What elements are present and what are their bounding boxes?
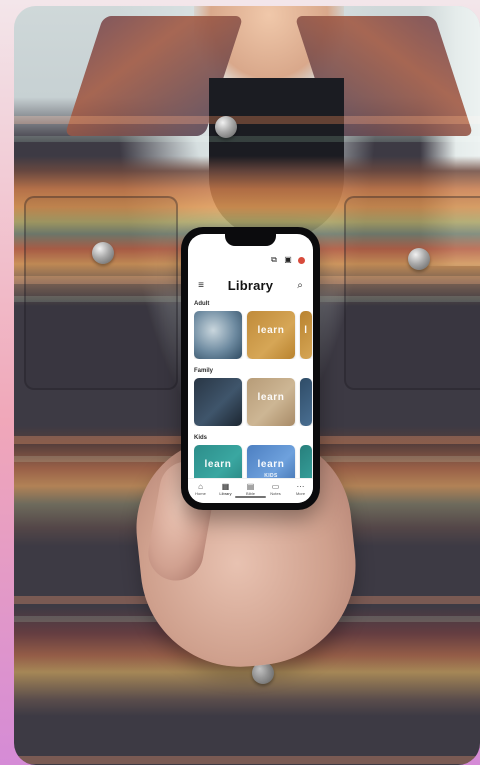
tab-library[interactable]: ▦ Library bbox=[215, 482, 237, 496]
tile-title: learn bbox=[204, 459, 232, 470]
notes-icon: ▭ bbox=[271, 481, 280, 491]
more-icon: ⋯ bbox=[296, 481, 305, 491]
tile-title: learn bbox=[257, 392, 285, 403]
tab-label: Notes bbox=[270, 491, 281, 496]
tab-notes[interactable]: ▭ Notes bbox=[265, 482, 287, 496]
phone-screen: ⧉ ▣ ≡ Library ⌕ Adult learn l Family lea… bbox=[188, 234, 313, 503]
gift-icon[interactable]: ▣ bbox=[284, 256, 292, 264]
library-row-adult: learn l bbox=[194, 311, 313, 359]
library-tile[interactable]: learn bbox=[247, 311, 295, 359]
app-topbar: ≡ Library ⌕ bbox=[188, 276, 313, 294]
tab-label: Library bbox=[219, 491, 232, 496]
smartphone: ⧉ ▣ ≡ Library ⌕ Adult learn l Family lea… bbox=[181, 227, 320, 510]
library-row-family: learn bbox=[194, 378, 313, 426]
status-icons: ⧉ ▣ bbox=[270, 256, 305, 264]
filter-icon[interactable]: ≡ bbox=[194, 278, 208, 292]
search-icon[interactable]: ⌕ bbox=[293, 278, 307, 292]
cast-icon[interactable]: ⧉ bbox=[270, 256, 278, 264]
library-tile[interactable] bbox=[194, 311, 242, 359]
phone-notch bbox=[225, 234, 276, 246]
bottom-tab-bar: ⌂ Home ▦ Library ▤ Bible ▭ Notes ⋯ More bbox=[188, 478, 313, 503]
tab-home[interactable]: ⌂ Home bbox=[190, 482, 212, 496]
library-tile[interactable] bbox=[194, 378, 242, 426]
shirt-pocket-right bbox=[344, 196, 480, 390]
tab-bible[interactable]: ▤ Bible bbox=[240, 482, 262, 496]
tile-title: learn bbox=[257, 325, 285, 336]
tab-label: Home bbox=[195, 491, 206, 496]
notification-dot-icon[interactable] bbox=[298, 256, 305, 264]
library-tile[interactable] bbox=[300, 378, 312, 426]
library-tile[interactable]: l bbox=[300, 311, 312, 359]
section-label-kids: Kids bbox=[194, 435, 208, 441]
tile-title: learn bbox=[257, 459, 285, 470]
section-label-adult: Adult bbox=[194, 301, 210, 307]
tab-label: More bbox=[295, 491, 306, 496]
tile-title: l bbox=[304, 325, 308, 336]
shirt-button bbox=[408, 248, 430, 270]
library-icon: ▦ bbox=[221, 481, 230, 491]
home-icon: ⌂ bbox=[198, 481, 203, 491]
photo-frame: ⧉ ▣ ≡ Library ⌕ Adult learn l Family lea… bbox=[0, 0, 480, 765]
page-title: Library bbox=[227, 277, 274, 293]
photo: ⧉ ▣ ≡ Library ⌕ Adult learn l Family lea… bbox=[14, 6, 480, 765]
shirt-pocket-left bbox=[24, 196, 178, 390]
library-tile[interactable]: learn bbox=[247, 378, 295, 426]
bible-icon: ▤ bbox=[246, 481, 255, 491]
tab-more[interactable]: ⋯ More bbox=[290, 482, 312, 496]
shirt-button bbox=[92, 242, 114, 264]
home-indicator bbox=[235, 496, 266, 498]
section-label-family: Family bbox=[194, 368, 214, 374]
shirt-button bbox=[215, 116, 237, 138]
